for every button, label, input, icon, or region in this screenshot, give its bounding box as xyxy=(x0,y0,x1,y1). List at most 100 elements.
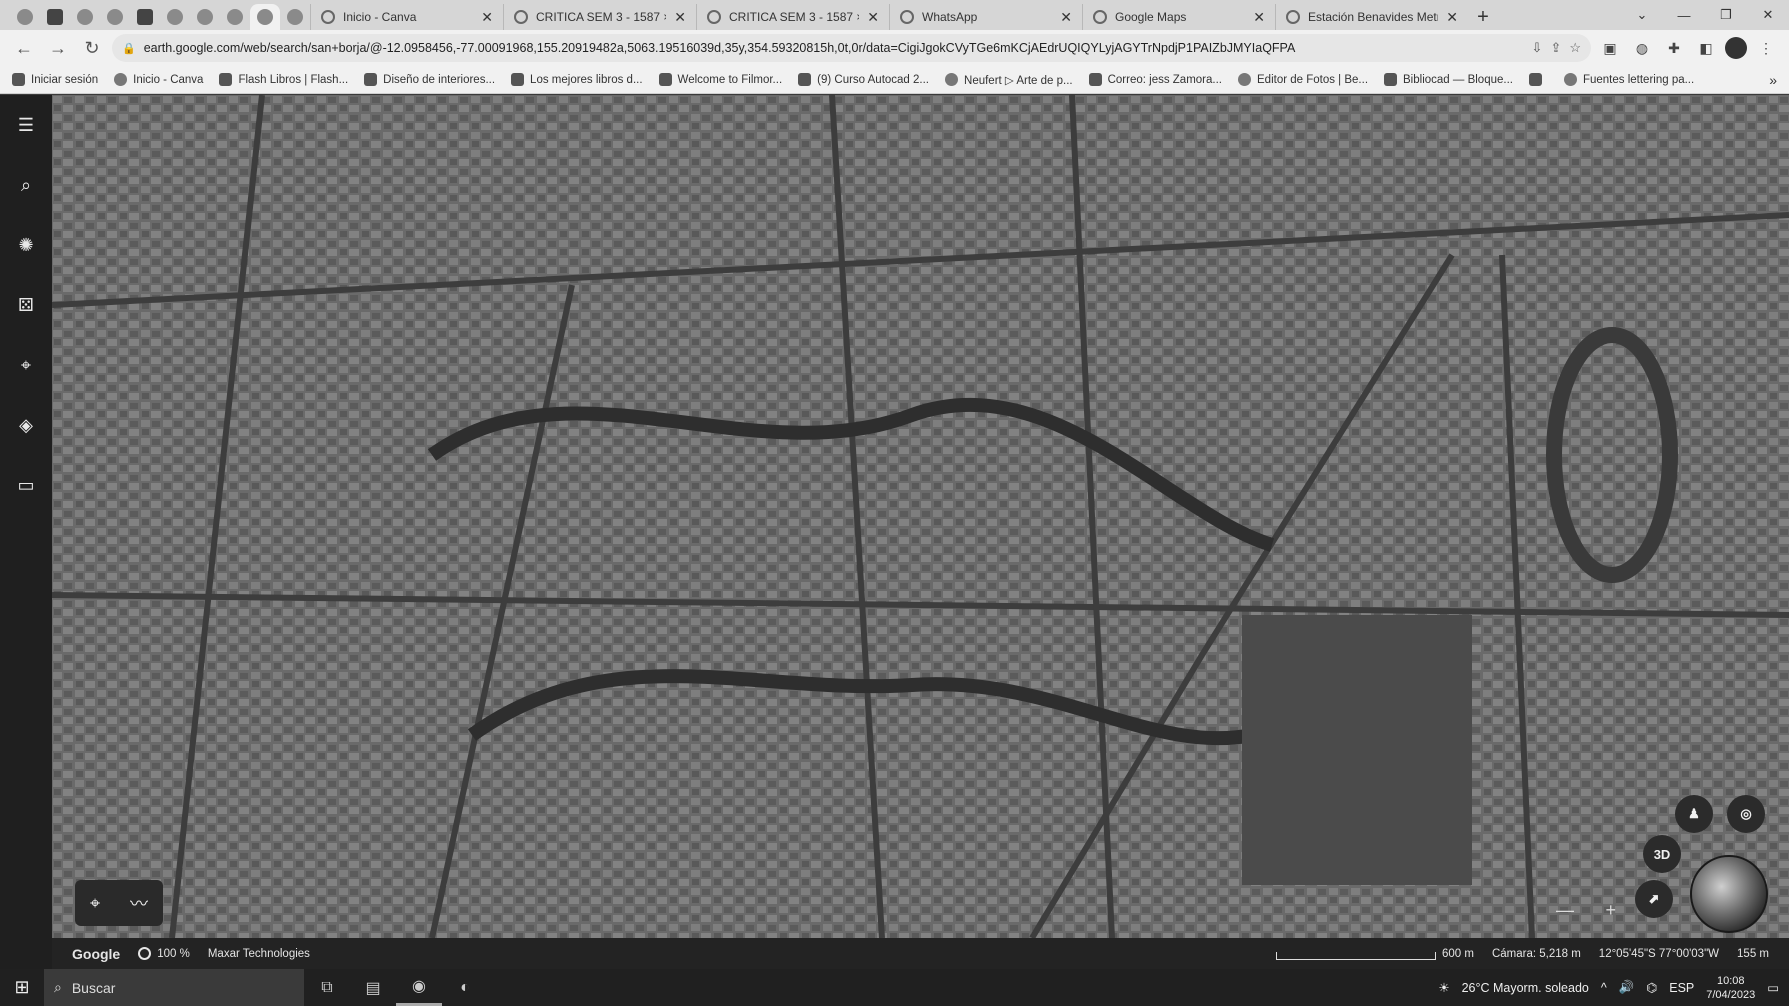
network-icon[interactable]: ⌬ xyxy=(1646,980,1657,995)
close-tab-icon[interactable]: ✕ xyxy=(674,9,686,26)
globe-minimap[interactable] xyxy=(1690,855,1768,933)
profile-avatar[interactable] xyxy=(1725,37,1747,59)
toggle-3d-button[interactable]: 3D xyxy=(1643,835,1681,873)
share-icon[interactable]: ⇪ xyxy=(1550,40,1561,56)
clock[interactable]: 10:08 7/04/2023 xyxy=(1706,974,1755,1002)
tab-title: CRITICA SEM 3 - 1587 × 112 xyxy=(536,10,666,24)
extension-icon[interactable]: ◍ xyxy=(1629,35,1655,61)
browser-tab[interactable]: CRITICA SEM 3 - 1587 × 112 ✕ xyxy=(696,4,889,30)
projects-icon[interactable]: ⌖ xyxy=(6,345,46,385)
browser-tab[interactable]: WhatsApp ✕ xyxy=(889,4,1082,30)
url-text[interactable]: earth.google.com/web/search/san+borja/@-… xyxy=(144,41,1524,55)
voyager-icon[interactable]: ✺ xyxy=(6,225,46,265)
tab-favicon-icon xyxy=(514,10,528,24)
imagery-attribution[interactable]: Maxar Technologies xyxy=(208,948,310,960)
site-icon xyxy=(945,73,959,86)
tab-favicon-icon xyxy=(707,10,721,24)
zoom-in-icon[interactable]: + xyxy=(1605,900,1616,926)
menu-icon[interactable]: ☰ xyxy=(6,105,46,145)
volume-icon[interactable]: 🔊 xyxy=(1619,980,1635,995)
lock-icon[interactable]: 🔒 xyxy=(122,42,136,55)
weather-icon[interactable]: ☀ xyxy=(1438,980,1449,995)
pinned-tab[interactable] xyxy=(160,4,190,30)
zoom-out-icon[interactable]: — xyxy=(1556,900,1574,926)
pinned-tab[interactable] xyxy=(280,4,310,30)
browser-tab[interactable]: Estación Benavides Metrop ✕ xyxy=(1275,4,1468,30)
weather-text[interactable]: 26°C Mayorm. soleado xyxy=(1462,981,1589,995)
close-window-icon[interactable]: ✕ xyxy=(1747,0,1789,30)
browser-tab[interactable]: CRITICA SEM 3 - 1587 × 112 ✕ xyxy=(503,4,696,30)
new-tab-button[interactable]: + xyxy=(1468,4,1498,30)
draw-path-icon[interactable]: 〰 xyxy=(130,890,148,916)
task-view-icon[interactable]: ⧉ xyxy=(304,969,350,1006)
pinned-tab[interactable] xyxy=(130,4,160,30)
my-location-icon[interactable]: ◎ xyxy=(1727,795,1765,833)
campus-area xyxy=(1242,615,1472,885)
pinned-tab[interactable] xyxy=(70,4,100,30)
tray-overflow-icon[interactable]: ^ xyxy=(1601,981,1607,995)
bookmark-label: Fuentes lettering pa... xyxy=(1582,73,1695,86)
file-explorer-icon[interactable]: ▤ xyxy=(350,969,396,1006)
pinned-tab[interactable] xyxy=(220,4,250,30)
tab-title: Estación Benavides Metrop xyxy=(1308,10,1438,24)
pinned-tab[interactable] xyxy=(40,4,70,30)
more-bookmarks-button[interactable]: » xyxy=(1769,72,1777,88)
pegman-icon[interactable]: ♟ xyxy=(1675,795,1713,833)
feeling-lucky-icon[interactable]: ⚄ xyxy=(6,285,46,325)
site-favicon-icon xyxy=(197,9,213,25)
bookmark-item[interactable]: Inicio - Canva xyxy=(114,73,203,86)
reload-icon[interactable]: ↻ xyxy=(78,34,106,62)
notifications-icon[interactable]: ▭ xyxy=(1767,980,1779,995)
close-tab-icon[interactable]: ✕ xyxy=(481,9,493,26)
extension-icon[interactable]: ▣ xyxy=(1597,35,1623,61)
side-panel-icon[interactable]: ◧ xyxy=(1693,35,1719,61)
bookmark-item[interactable]: Flash Libros | Flash... xyxy=(219,73,348,86)
measure-icon[interactable]: ▭ xyxy=(6,465,46,505)
edge-icon[interactable]: ◐ xyxy=(442,969,488,1006)
bookmark-star-icon[interactable]: ☆ xyxy=(1569,40,1581,56)
clock-time: 10:08 xyxy=(1716,974,1745,987)
search-icon[interactable]: ⌕ xyxy=(6,165,46,205)
pinned-tab[interactable] xyxy=(100,4,130,30)
close-tab-icon[interactable]: ✕ xyxy=(867,9,879,26)
bookmark-item[interactable]: Los mejores libros d... xyxy=(511,73,643,86)
browser-menu-icon[interactable]: ⋮ xyxy=(1753,35,1779,61)
bookmark-item[interactable]: Editor de Fotos | Be... xyxy=(1238,73,1368,86)
scale-bar[interactable]: 600 m xyxy=(1275,948,1474,960)
bookmark-label: (9) Curso Autocad 2... xyxy=(817,73,930,86)
back-icon[interactable]: ← xyxy=(10,34,38,62)
satellite-map[interactable] xyxy=(52,95,1789,938)
browser-tab[interactable]: Inicio - Canva ✕ xyxy=(310,4,503,30)
minimize-icon[interactable]: — xyxy=(1663,0,1705,30)
bookmark-item[interactable]: Correo: jess Zamora... xyxy=(1088,73,1222,86)
bookmark-item[interactable]: Welcome to Filmor... xyxy=(658,73,782,86)
address-bar[interactable]: 🔒 earth.google.com/web/search/san+borja/… xyxy=(112,34,1591,62)
chrome-icon[interactable]: ◉ xyxy=(396,969,442,1006)
browser-tab[interactable]: Google Maps ✕ xyxy=(1082,4,1275,30)
bookmark-item[interactable]: Bibliocad — Bloque... xyxy=(1384,73,1513,86)
bookmark-item[interactable] xyxy=(1528,73,1548,86)
taskbar-search[interactable]: ⌕ Buscar xyxy=(44,969,304,1006)
map-style-icon[interactable]: ◈ xyxy=(6,405,46,445)
forward-icon[interactable]: → xyxy=(44,34,72,62)
bookmark-item[interactable]: Iniciar sesión xyxy=(12,73,98,86)
active-pinned-tab[interactable] xyxy=(250,4,280,30)
bookmark-item[interactable]: Fuentes lettering pa... xyxy=(1563,73,1695,86)
tab-search-icon[interactable]: ⌄ xyxy=(1621,0,1663,30)
language-indicator[interactable]: ESP xyxy=(1669,981,1694,995)
compass-icon[interactable]: ⬈ xyxy=(1635,880,1673,918)
bookmark-item[interactable]: (9) Curso Autocad 2... xyxy=(798,73,929,86)
restore-icon[interactable]: ❐ xyxy=(1705,0,1747,30)
close-tab-icon[interactable]: ✕ xyxy=(1060,9,1072,26)
add-placemark-icon[interactable]: ⌖ xyxy=(90,893,100,914)
close-tab-icon[interactable]: ✕ xyxy=(1253,9,1265,26)
pinned-tab[interactable] xyxy=(10,4,40,30)
pinned-tab[interactable] xyxy=(190,4,220,30)
windows-start-icon[interactable]: ⊞ xyxy=(0,969,44,1006)
tab-title: CRITICA SEM 3 - 1587 × 112 xyxy=(729,10,859,24)
close-tab-icon[interactable]: ✕ xyxy=(1446,9,1458,26)
bookmark-item[interactable]: Diseño de interiores... xyxy=(364,73,495,86)
install-app-icon[interactable]: ⇩ xyxy=(1532,40,1543,56)
extensions-puzzle-icon[interactable]: ✚ xyxy=(1661,35,1687,61)
bookmark-item[interactable]: Neufert ▷ Arte de p... xyxy=(945,73,1073,87)
